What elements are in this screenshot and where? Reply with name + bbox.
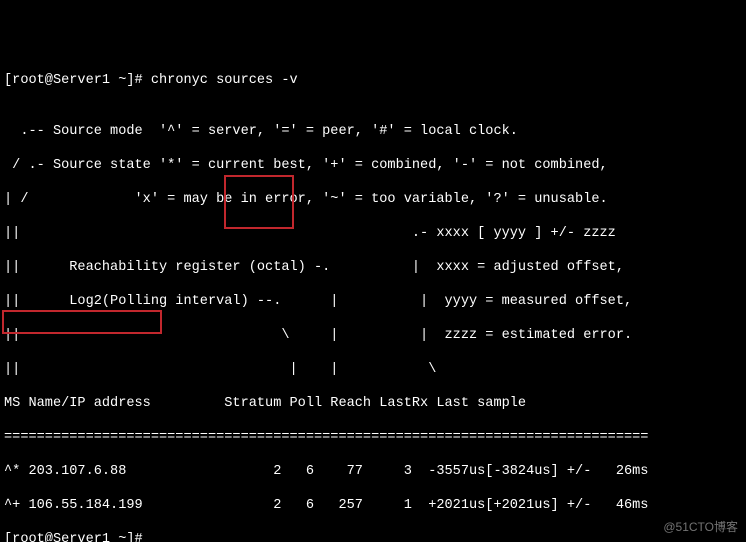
- legend-line-8: || | | \: [4, 361, 746, 378]
- sources-row-1: ^+ 106.55.184.199 2 6 257 1 +2021us[+202…: [4, 497, 746, 514]
- legend-line-1: .-- Source mode '^' = server, '=' = peer…: [4, 123, 746, 140]
- legend-line-6: || Log2(Polling interval) --. | | yyyy =…: [4, 293, 746, 310]
- sources-divider: ========================================…: [4, 429, 746, 446]
- sources-row-0: ^* 203.107.6.88 2 6 77 3 -3557us[-3824us…: [4, 463, 746, 480]
- legend-line-3: | / 'x' = may be in error, '~' = too var…: [4, 191, 746, 208]
- legend-line-7: || \ | | zzzz = estimated error.: [4, 327, 746, 344]
- legend-line-5: || Reachability register (octal) -. | xx…: [4, 259, 746, 276]
- prompt-line-1[interactable]: [root@Server1 ~]# chronyc sources -v: [4, 72, 746, 89]
- legend-line-4: || .- xxxx [ yyyy ] +/- zzzz: [4, 225, 746, 242]
- command-text: chronyc sources -v: [151, 73, 298, 88]
- legend-line-2: / .- Source state '*' = current best, '+…: [4, 157, 746, 174]
- sources-header: MS Name/IP address Stratum Poll Reach La…: [4, 395, 746, 412]
- prompt-empty-1[interactable]: [root@Server1 ~]#: [4, 531, 746, 542]
- watermark: @51CTO博客: [663, 519, 738, 536]
- prompt: [root@Server1 ~]#: [4, 73, 151, 88]
